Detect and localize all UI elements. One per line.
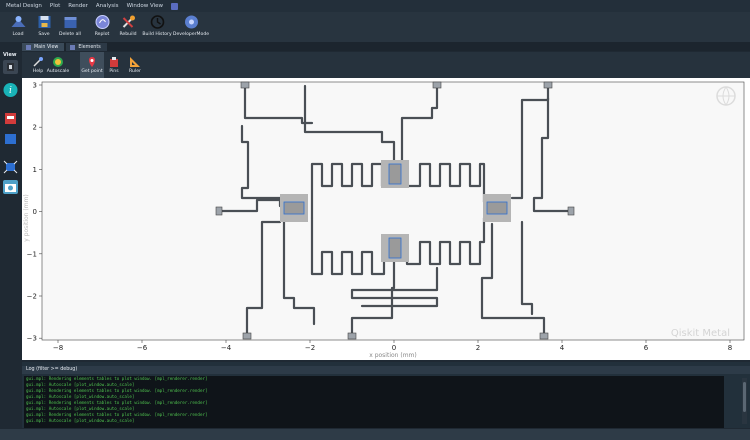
elements-icon <box>70 44 76 50</box>
delete-all-icon <box>64 17 76 28</box>
help-icon <box>33 57 43 67</box>
view-toggle-button[interactable] <box>3 132 18 146</box>
get-point-icon <box>89 57 95 67</box>
build-history-label: Build History <box>142 32 172 37</box>
x-tick-label: 0 <box>392 344 396 352</box>
autoscale-label: Autoscale <box>46 69 70 74</box>
x-tick-label: 4 <box>560 344 565 352</box>
pins-button[interactable]: Pins <box>106 52 122 78</box>
menu-metal-design[interactable]: Metal Design <box>6 3 42 9</box>
menu-analysis[interactable]: Analysis <box>96 3 119 9</box>
tab-main-view-label: Main View <box>34 44 59 50</box>
component-view-button[interactable] <box>3 60 18 74</box>
x-axis: −8 −6 −4 −2 0 2 4 6 8 <box>53 340 732 352</box>
developer-mode-button[interactable]: DeveloperMode <box>172 12 210 37</box>
fullscreen-button[interactable] <box>3 160 18 174</box>
svg-text:i: i <box>9 86 12 96</box>
status-bar <box>0 429 750 440</box>
x-tick-label: 8 <box>728 344 732 352</box>
help-button[interactable]: Help <box>28 52 48 78</box>
qubit-icon <box>5 113 16 124</box>
x-tick-label: −4 <box>221 344 232 352</box>
log-scrollbar[interactable] <box>742 378 747 424</box>
qubit-left <box>280 194 308 222</box>
chip-layout-canvas[interactable]: −8 −6 −4 −2 0 2 4 6 8 3 2 1 0 −1 −2 −3 x position (mm)… <box>22 78 750 360</box>
rebuild-label: Rebuild <box>119 32 137 37</box>
qubit-top <box>381 160 409 188</box>
load-button[interactable]: Load <box>6 12 30 37</box>
load-icon <box>11 16 25 27</box>
main-view-icon <box>26 44 31 50</box>
autoscale-button[interactable]: Autoscale <box>46 52 70 78</box>
x-tick-label: −6 <box>137 344 148 352</box>
x-tick-label: 6 <box>644 344 649 352</box>
x-tick-label: −8 <box>53 344 63 352</box>
y-tick-label: 3 <box>33 82 37 90</box>
tab-bar: Main View Elements <box>22 42 750 51</box>
replot-label: Replot <box>94 32 110 37</box>
delete-all-button[interactable]: Delete all <box>58 12 82 37</box>
build-history-button[interactable]: Build History <box>142 12 172 37</box>
menu-render[interactable]: Render <box>68 3 88 9</box>
rebuild-button[interactable]: Rebuild <box>116 12 140 37</box>
y-tick-label: −2 <box>27 293 37 301</box>
y-tick-label: −1 <box>27 250 37 258</box>
left-view-panel <box>0 51 21 429</box>
log-line: gui.mpl: Autoscale [plot_window.auto_sca… <box>26 418 135 423</box>
replot-button[interactable]: Replot <box>90 12 114 37</box>
get-point-button[interactable]: Get point <box>80 52 104 78</box>
get-point-label: Get point <box>81 69 103 74</box>
x-axis-label: x position (mm) <box>369 352 417 359</box>
menu-extra-icon[interactable] <box>171 2 179 10</box>
log-output[interactable]: gui.mpl: Rendering elements tables to pl… <box>24 376 724 428</box>
rebuild-icon <box>122 15 135 28</box>
y-tick-label: 1 <box>33 166 37 174</box>
ruler-button[interactable]: Ruler <box>126 52 144 78</box>
log-scroll-thumb[interactable] <box>743 382 746 412</box>
qubit-bottom <box>381 234 409 262</box>
pins-label: Pins <box>109 69 119 74</box>
chip-icon <box>7 63 14 71</box>
save-icon <box>38 16 50 28</box>
y-tick-label: 2 <box>33 124 37 132</box>
save-label: Save <box>38 32 50 37</box>
plot-toolbar: Help Autoscale Get point Pins Ruler <box>22 52 750 78</box>
screenshot-button[interactable] <box>3 180 18 194</box>
load-label: Load <box>12 32 24 37</box>
history-icon <box>150 15 164 29</box>
camera-icon <box>5 184 16 192</box>
info-icon: i <box>3 83 18 97</box>
qiskit-metal-watermark: Qiskit Metal <box>671 328 730 339</box>
info-button[interactable]: i <box>3 82 18 97</box>
menu-window-view[interactable]: Window View <box>127 3 164 9</box>
y-tick-label: −3 <box>27 335 37 343</box>
pins-icon <box>110 57 118 67</box>
menu-bar: Metal Design Plot Render Analysis Window… <box>0 0 750 12</box>
tab-elements-label: Elements <box>78 44 101 50</box>
delete-all-label: Delete all <box>59 32 81 37</box>
replot-icon <box>95 15 109 29</box>
menu-plot[interactable]: Plot <box>50 3 60 9</box>
view-label: View <box>3 52 17 58</box>
save-button[interactable]: Save <box>32 12 56 37</box>
ruler-label: Ruler <box>129 69 141 74</box>
log-header[interactable]: Log (filter >= debug) <box>22 366 750 374</box>
qiskit-button[interactable] <box>3 110 18 124</box>
y-tick-label: 0 <box>33 208 37 216</box>
developer-mode-icon <box>184 15 198 29</box>
tab-elements[interactable]: Elements <box>66 43 107 51</box>
y-axis-label: y position (mm) <box>23 194 30 242</box>
expand-icon <box>3 160 18 174</box>
tab-main-view[interactable]: Main View <box>22 43 65 51</box>
layers-icon <box>5 134 16 144</box>
qubit-right <box>483 194 511 222</box>
developer-mode-label: DeveloperMode <box>172 32 210 37</box>
help-label: Help <box>32 69 44 74</box>
main-toolbar: Load Save Delete all Replot Rebuild Buil… <box>0 12 750 42</box>
x-tick-label: 2 <box>476 344 480 352</box>
autoscale-icon <box>53 57 63 67</box>
layout-plot[interactable]: −8 −6 −4 −2 0 2 4 6 8 3 2 1 0 −1 −2 −3 x position (mm)… <box>22 78 750 360</box>
ruler-icon <box>130 57 140 67</box>
x-tick-label: −2 <box>305 344 315 352</box>
